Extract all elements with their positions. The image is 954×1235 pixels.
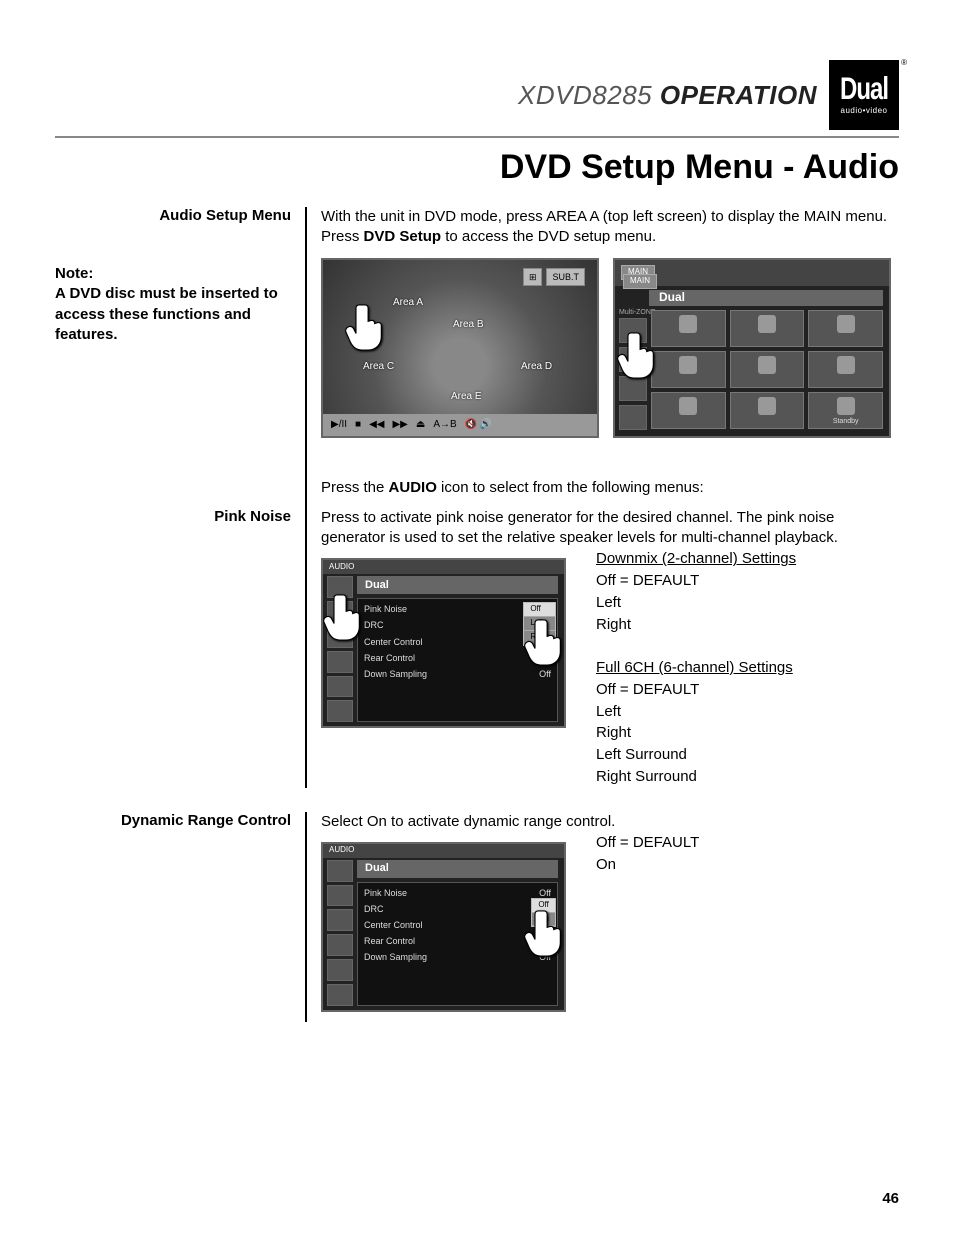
press-post: icon to select from the following menus:: [437, 479, 704, 496]
row-name: Pink Noise: [364, 603, 407, 615]
playback-bar: ▶/II ■ ◀◀ ▶▶ ⏏ A→B 🔇 🔊: [323, 414, 597, 436]
audio-setup-body: With the unit in DVD mode, press AREA A …: [321, 207, 899, 248]
page-title: DVD Setup Menu - Audio: [55, 148, 899, 187]
volume-icons: 🔇 🔊: [465, 418, 493, 432]
row-name: Pink Noise: [364, 887, 407, 899]
audio-sidebar: [327, 860, 353, 1006]
row-name: Down Sampling: [364, 951, 427, 963]
rewind-icon: ◀◀: [369, 418, 384, 432]
row-name: Center Control: [364, 919, 423, 931]
setting-line: Right: [596, 722, 796, 744]
press-audio-line: Press the AUDIO icon to select from the …: [321, 478, 899, 498]
setting-line: On: [596, 854, 699, 876]
note-block: Note: A DVD disc must be inserted to acc…: [55, 264, 291, 345]
pointing-hand-icon: [345, 300, 389, 356]
pink-noise-label: Pink Noise: [55, 508, 305, 788]
setting-line: Off = DEFAULT: [596, 832, 699, 854]
pointing-hand-icon: [524, 906, 566, 962]
audio-setup-label: Audio Setup Menu: [55, 207, 291, 224]
menu-icon: [730, 351, 805, 388]
area-b-label: Area B: [453, 318, 484, 332]
standby-label: Standby: [833, 417, 859, 426]
area-a-label: Area A: [393, 296, 423, 310]
setting-line: Left: [596, 701, 796, 723]
operation-word: OPERATION: [660, 80, 817, 110]
standby-icon: Standby: [808, 392, 883, 429]
main-menu-screenshot: MAIN MAIN Dual Multi-ZONE: [613, 258, 891, 438]
body-2: to access the DVD setup menu.: [441, 228, 656, 245]
header-title: XDVD8285 OPERATION: [518, 80, 817, 111]
bluetooth-icon: [808, 351, 883, 388]
setting-line: Off = DEFAULT: [596, 570, 796, 592]
eject-icon: ⏏: [416, 418, 425, 432]
dvd-touch-areas-screenshot: ⊞ SUB.T Area A Area B Area C Area D Area…: [321, 258, 599, 438]
grid-icon: ⊞: [523, 268, 543, 286]
press-pre: Press the: [321, 479, 389, 496]
registered-mark: ®: [901, 58, 907, 67]
menu-icon: [730, 310, 805, 347]
area-e-label: Area E: [451, 390, 482, 404]
area-d-label: Area D: [521, 360, 552, 374]
logo-text: Dual: [840, 71, 888, 107]
press-bold: AUDIO: [389, 479, 437, 496]
drc-body: Select On to activate dynamic range cont…: [321, 812, 899, 832]
play-pause-icon: ▶/II: [331, 418, 347, 432]
note-body: A DVD disc must be inserted to access th…: [55, 285, 278, 343]
drc-label: Dynamic Range Control: [55, 812, 305, 1022]
menu-icon: [730, 392, 805, 429]
brand-label: Dual: [659, 289, 685, 305]
main-tag-2: MAIN: [623, 274, 657, 289]
pointing-hand-icon: [323, 590, 367, 646]
row-name: Down Sampling: [364, 668, 427, 680]
pointing-hand-icon: [524, 615, 566, 671]
row-name: Rear Control: [364, 652, 415, 664]
model-number: XDVD8285: [518, 80, 652, 110]
setting-line: Right Surround: [596, 766, 796, 788]
page-number: 46: [882, 1190, 899, 1207]
subtitle-button: SUB.T: [546, 268, 585, 286]
setting-line: Left Surround: [596, 744, 796, 766]
pink-noise-body: Press to activate pink noise generator f…: [321, 508, 899, 549]
audio-tag: AUDIO: [329, 845, 354, 856]
row-name: Rear Control: [364, 935, 415, 947]
row-name: DRC: [364, 903, 384, 915]
note-title: Note:: [55, 265, 93, 282]
audio-tag: AUDIO: [329, 562, 354, 573]
menu-icon: [651, 351, 726, 388]
pink-noise-settings: Downmix (2-channel) Settings Off = DEFAU…: [596, 548, 796, 787]
drc-settings: Off = DEFAULT On: [596, 832, 699, 876]
menu-icon: [651, 310, 726, 347]
stop-icon: ■: [355, 418, 361, 432]
area-c-label: Area C: [363, 360, 394, 374]
page-header: XDVD8285 OPERATION ® Dual audio•video: [55, 60, 899, 138]
downmix-heading: Downmix (2-channel) Settings: [596, 548, 796, 570]
full6-heading: Full 6CH (6-channel) Settings: [596, 657, 796, 679]
drc-screenshot: AUDIO Dual Pink NoiseOff DRCOff Center C…: [321, 842, 566, 1012]
pointing-hand-icon: [617, 328, 661, 384]
setting-line: Off = DEFAULT: [596, 679, 796, 701]
screenshots-row: ⊞ SUB.T Area A Area B Area C Area D Area…: [321, 258, 899, 438]
row-name: Center Control: [364, 636, 423, 648]
pink-noise-screenshot: AUDIO Dual Pink NoiseOff DRCOff Center C…: [321, 558, 566, 728]
setting-line: Right: [596, 614, 796, 636]
setting-line: Left: [596, 592, 796, 614]
ab-repeat-icon: A→B: [433, 418, 456, 432]
menu-icon: [808, 310, 883, 347]
brand-logo: ® Dual audio•video: [829, 60, 899, 130]
menu-icon-grid: Standby: [651, 310, 883, 430]
forward-icon: ▶▶: [392, 418, 407, 432]
brand-label: Dual: [365, 578, 389, 593]
brand-label: Dual: [365, 861, 389, 876]
menu-icon: [651, 392, 726, 429]
body-bold: DVD Setup: [364, 228, 442, 245]
